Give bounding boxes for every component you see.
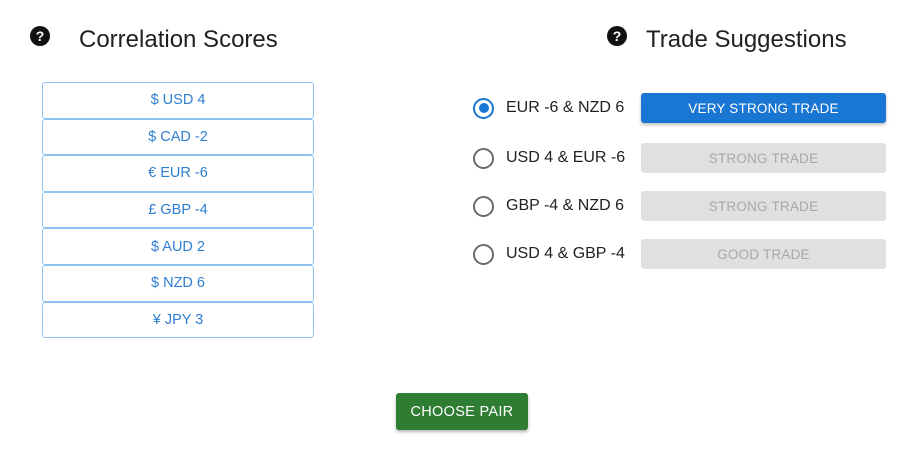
score-item-jpy[interactable]: ¥ JPY 3 <box>42 301 314 339</box>
suggestion-pair-label: USD 4 & EUR -6 <box>506 149 626 166</box>
score-item-usd[interactable]: $ USD 4 <box>42 82 314 119</box>
suggestion-radio[interactable] <box>473 147 494 169</box>
trade-rating-button: STRONG TRADE <box>641 143 886 173</box>
suggestion-pair-label: EUR -6 & NZD 6 <box>506 99 625 116</box>
score-item-nzd[interactable]: $ NZD 6 <box>42 264 314 302</box>
suggestions-title: Trade Suggestions <box>646 26 847 53</box>
trade-rating-button[interactable]: VERY STRONG TRADE <box>641 93 886 123</box>
choose-pair-button[interactable]: CHOOSE PAIR <box>396 393 528 430</box>
score-item-aud[interactable]: $ AUD 2 <box>42 228 314 265</box>
suggestion-row: EUR -6 & NZD 6 VERY STRONG TRADE <box>473 93 887 123</box>
suggestion-row: GBP -4 & NZD 6 STRONG TRADE <box>473 191 887 221</box>
correlation-help-icon[interactable]: ? <box>30 26 50 46</box>
suggestion-radio[interactable] <box>473 243 494 265</box>
suggestion-radio[interactable] <box>473 195 494 217</box>
correlation-title: Correlation Scores <box>79 26 278 53</box>
trade-rating-button: STRONG TRADE <box>641 191 886 221</box>
correlation-score-list: $ USD 4 $ CAD -2 € EUR -6 £ GBP -4 $ AUD… <box>42 82 314 339</box>
score-item-gbp[interactable]: £ GBP -4 <box>42 191 314 229</box>
score-item-eur[interactable]: € EUR -6 <box>42 155 314 192</box>
suggestion-row: USD 4 & EUR -6 STRONG TRADE <box>473 143 887 173</box>
score-item-cad[interactable]: $ CAD -2 <box>42 118 314 156</box>
suggestions-help-icon[interactable]: ? <box>607 26 627 46</box>
suggestion-pair-label: USD 4 & GBP -4 <box>506 245 625 262</box>
trade-rating-button: GOOD TRADE <box>641 239 886 269</box>
suggestion-pair-label: GBP -4 & NZD 6 <box>506 197 624 214</box>
suggestion-row: USD 4 & GBP -4 GOOD TRADE <box>473 239 887 269</box>
suggestion-radio[interactable] <box>473 97 494 119</box>
